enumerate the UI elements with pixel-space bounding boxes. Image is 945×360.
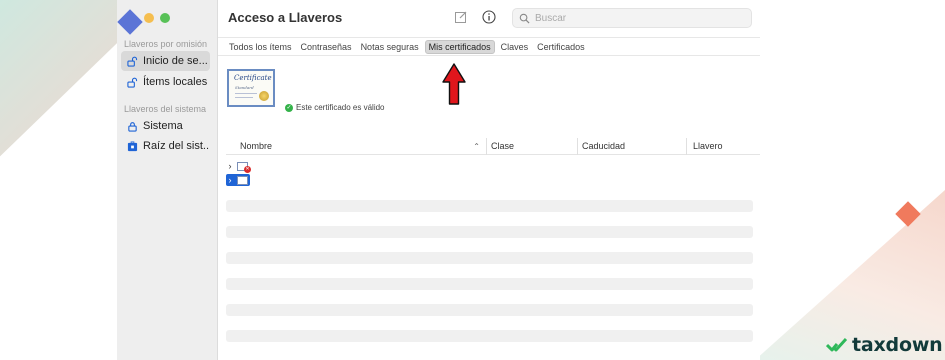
tab-mis-certificados[interactable]: Mis certificados: [424, 39, 495, 54]
category-tabs: Todos los ítems Contraseñas Notas segura…: [218, 37, 760, 56]
info-icon[interactable]: [482, 10, 496, 24]
certificate-thumb-line: [235, 93, 257, 94]
certificate-status-text: Este certificado es válido: [296, 103, 385, 112]
annotation-arrow-icon: [442, 63, 466, 105]
brand-logo: taxdown: [826, 333, 943, 357]
column-header-label: Nombre: [240, 141, 273, 151]
column-header-clase[interactable]: Clase: [486, 137, 577, 155]
tab-contrasenas[interactable]: Contraseñas: [298, 41, 355, 53]
sidebar-item-raiz-sistema[interactable]: Raíz del sist...: [121, 136, 210, 156]
sidebar-item-items-locales[interactable]: Ítems locales: [121, 72, 210, 92]
disclosure-chevron-icon[interactable]: ›: [226, 175, 234, 185]
table-row[interactable]: › ✕: [226, 160, 251, 173]
sidebar-item-label: Inicio de se...: [143, 55, 208, 67]
certificate-icon: [237, 175, 248, 185]
column-header-label: Llavero: [693, 141, 723, 151]
error-badge-icon: ✕: [244, 165, 251, 173]
valid-check-icon: ✓: [285, 103, 293, 112]
main-panel: Acceso a Llaveros Todos los ítems Cont: [218, 0, 760, 360]
column-header-nombre[interactable]: Nombre ⌃: [226, 138, 486, 155]
empty-row-stripe: [226, 200, 753, 212]
sidebar-section-default: Llaveros por omisión: [124, 39, 208, 49]
tab-certificados[interactable]: Certificados: [534, 41, 588, 53]
brand-name: taxdown: [852, 334, 943, 356]
empty-row-stripe: [226, 226, 753, 238]
empty-row-stripe: [226, 278, 753, 290]
keychain-window: Llaveros por omisión Inicio de se... Íte…: [117, 0, 760, 360]
sidebar-item-sistema[interactable]: Sistema: [121, 116, 210, 136]
empty-row-stripe: [226, 252, 753, 264]
certificate-thumb-subtitle: Standard: [235, 85, 254, 90]
sort-ascending-icon: ⌃: [473, 141, 480, 151]
certificate-thumbnail: Certificate Standard: [227, 69, 275, 107]
certificate-thumb-line: [235, 97, 253, 98]
disclosure-chevron-icon[interactable]: ›: [226, 161, 234, 171]
tab-claves[interactable]: Claves: [498, 41, 532, 53]
certificate-thumb-title: Certificate: [234, 74, 272, 82]
compose-icon[interactable]: [454, 10, 468, 24]
window-title: Acceso a Llaveros: [228, 10, 343, 25]
taxdown-check-icon: [826, 337, 848, 352]
tab-todos-items[interactable]: Todos los ítems: [226, 41, 295, 53]
search-field[interactable]: [512, 8, 752, 28]
unlocked-lock-icon: [127, 56, 138, 67]
search-icon: [519, 13, 530, 24]
zoom-button[interactable]: [160, 13, 170, 23]
column-header-label: Clase: [491, 141, 515, 151]
table-header: Nombre ⌃ Clase Caducidad Llavero: [226, 137, 760, 155]
column-header-caducidad[interactable]: Caducidad: [577, 137, 686, 155]
table-row-selected[interactable]: ›: [226, 174, 250, 186]
background-gradient-left: [0, 0, 130, 157]
sidebar-item-label: Sistema: [143, 120, 183, 132]
sidebar-section-system: Llaveros del sistema: [124, 104, 207, 114]
search-input[interactable]: [535, 12, 735, 24]
sidebar: Llaveros por omisión Inicio de se... Íte…: [117, 0, 218, 360]
cabinet-lock-icon: [127, 140, 138, 151]
unlocked-lock-icon: [127, 77, 138, 88]
certificate-status: ✓ Este certificado es válido: [285, 103, 385, 112]
sidebar-item-label: Ítems locales: [143, 76, 208, 88]
minimize-button[interactable]: [144, 13, 154, 23]
sidebar-item-label: Raíz del sist...: [143, 140, 210, 152]
empty-row-stripe: [226, 304, 753, 316]
sidebar-item-inicio-sesion[interactable]: Inicio de se...: [121, 51, 210, 71]
tab-notas-seguras[interactable]: Notas seguras: [358, 41, 422, 53]
lock-icon: [128, 121, 137, 132]
window-controls: [144, 13, 170, 23]
certificate-error-icon: ✕: [237, 161, 251, 173]
column-header-label: Caducidad: [582, 141, 626, 151]
column-header-llavero[interactable]: Llavero: [686, 137, 760, 155]
certificate-seal-icon: [259, 91, 269, 101]
empty-row-stripe: [226, 330, 753, 342]
title-bar: Acceso a Llaveros: [218, 0, 760, 36]
